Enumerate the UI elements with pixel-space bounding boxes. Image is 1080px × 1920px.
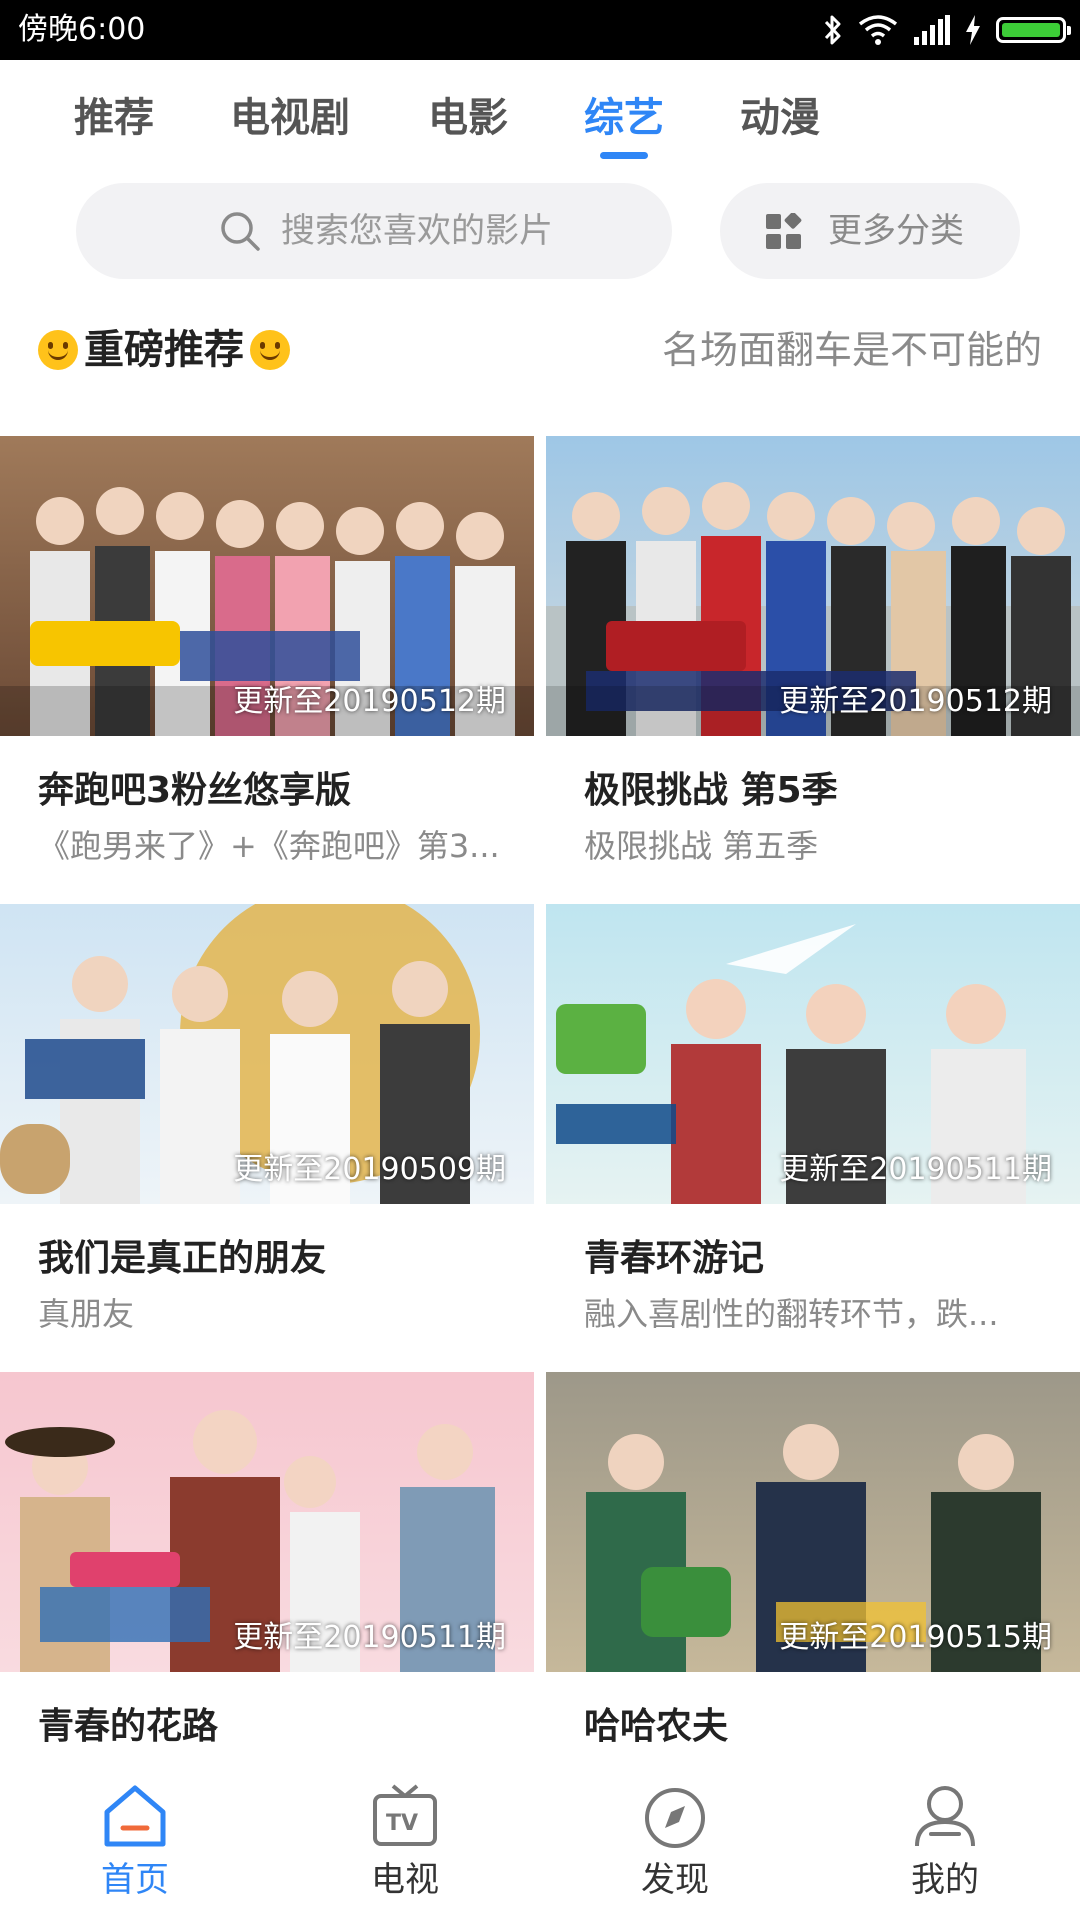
home-icon xyxy=(101,1782,169,1854)
search-placeholder: 搜索您喜欢的影片 xyxy=(281,211,553,251)
show-title: 我们是真正的朋友 xyxy=(38,1238,327,1279)
charging-icon xyxy=(964,15,982,45)
show-thumbnail: 更新至20190515期 xyxy=(546,1372,1080,1672)
update-badge: 更新至20190511期 xyxy=(233,1620,506,1655)
show-title: 奔跑吧3粉丝悠享版 xyxy=(38,770,352,811)
tab-variety[interactable]: 综艺 xyxy=(584,90,664,146)
update-badge: 更新至20190511期 xyxy=(779,1152,1052,1187)
battery-icon xyxy=(996,17,1071,43)
bottom-nav: 首页 TV 电视 发现 我的 xyxy=(0,1770,1080,1920)
tab-tv-series[interactable]: 电视剧 xyxy=(230,90,350,146)
tab-anime[interactable]: 动漫 xyxy=(740,90,820,146)
user-icon xyxy=(911,1782,979,1854)
show-title: 哈哈农夫 xyxy=(584,1706,729,1747)
status-time: 傍晚6:00 xyxy=(18,12,146,47)
show-subtitle: 《跑男来了》+《奔跑吧》第3... xyxy=(38,827,500,865)
show-subtitle: 真朋友 xyxy=(38,1295,135,1333)
tab-movies[interactable]: 电影 xyxy=(428,90,508,146)
nav-home-label: 首页 xyxy=(101,1860,169,1900)
show-thumbnail: 更新至20190511期 xyxy=(0,1372,534,1672)
svg-text:TV: TV xyxy=(386,1811,418,1836)
show-title: 青春的花路 xyxy=(38,1706,219,1747)
section-header: 重磅推荐 xyxy=(38,320,290,380)
wifi-icon xyxy=(858,14,898,46)
nav-mine[interactable]: 我的 xyxy=(810,1770,1080,1920)
show-subtitle: 融入喜剧性的翻转环节，跌... xyxy=(584,1295,999,1333)
active-tab-indicator xyxy=(600,152,648,159)
nav-discover-label: 发现 xyxy=(641,1860,709,1900)
compass-icon xyxy=(641,1782,709,1854)
nav-tv[interactable]: TV 电视 xyxy=(270,1770,540,1920)
signal-icon xyxy=(912,15,950,45)
show-thumbnail: 更新至20190512期 xyxy=(0,436,534,736)
nav-discover[interactable]: 发现 xyxy=(540,1770,810,1920)
bluetooth-icon xyxy=(822,14,844,46)
section-tagline[interactable]: 名场面翻车是不可能的 xyxy=(662,322,1042,378)
update-badge: 更新至20190512期 xyxy=(233,684,506,719)
show-title: 青春环游记 xyxy=(584,1238,765,1279)
grid-icon xyxy=(765,211,803,255)
more-category-button[interactable]: 更多分类 xyxy=(720,183,1020,279)
status-icons xyxy=(822,10,1071,50)
smiley-icon xyxy=(38,330,78,370)
update-badge: 更新至20190512期 xyxy=(779,684,1052,719)
more-category-label: 更多分类 xyxy=(828,211,964,251)
update-badge: 更新至20190515期 xyxy=(779,1620,1052,1655)
search-input[interactable]: 搜索您喜欢的影片 xyxy=(76,183,672,279)
category-tabs: 推荐 电视剧 电影 综艺 动漫 xyxy=(0,60,1080,170)
section-title: 重磅推荐 xyxy=(84,327,244,373)
nav-mine-label: 我的 xyxy=(911,1860,979,1900)
tv-icon: TV xyxy=(371,1782,439,1854)
nav-home[interactable]: 首页 xyxy=(0,1770,270,1920)
update-badge: 更新至20190509期 xyxy=(233,1152,506,1187)
status-bar: 傍晚6:00 xyxy=(0,0,1080,60)
show-title: 极限挑战 第5季 xyxy=(584,770,838,811)
show-thumbnail: 更新至20190512期 xyxy=(546,436,1080,736)
show-thumbnail: 更新至20190509期 xyxy=(0,904,534,1204)
tab-recommend[interactable]: 推荐 xyxy=(74,90,154,146)
show-subtitle: 极限挑战 第五季 xyxy=(584,827,819,865)
search-icon xyxy=(218,209,262,257)
show-thumbnail: 更新至20190511期 xyxy=(546,904,1080,1204)
smiley-icon xyxy=(250,330,290,370)
nav-tv-label: 电视 xyxy=(371,1860,439,1900)
